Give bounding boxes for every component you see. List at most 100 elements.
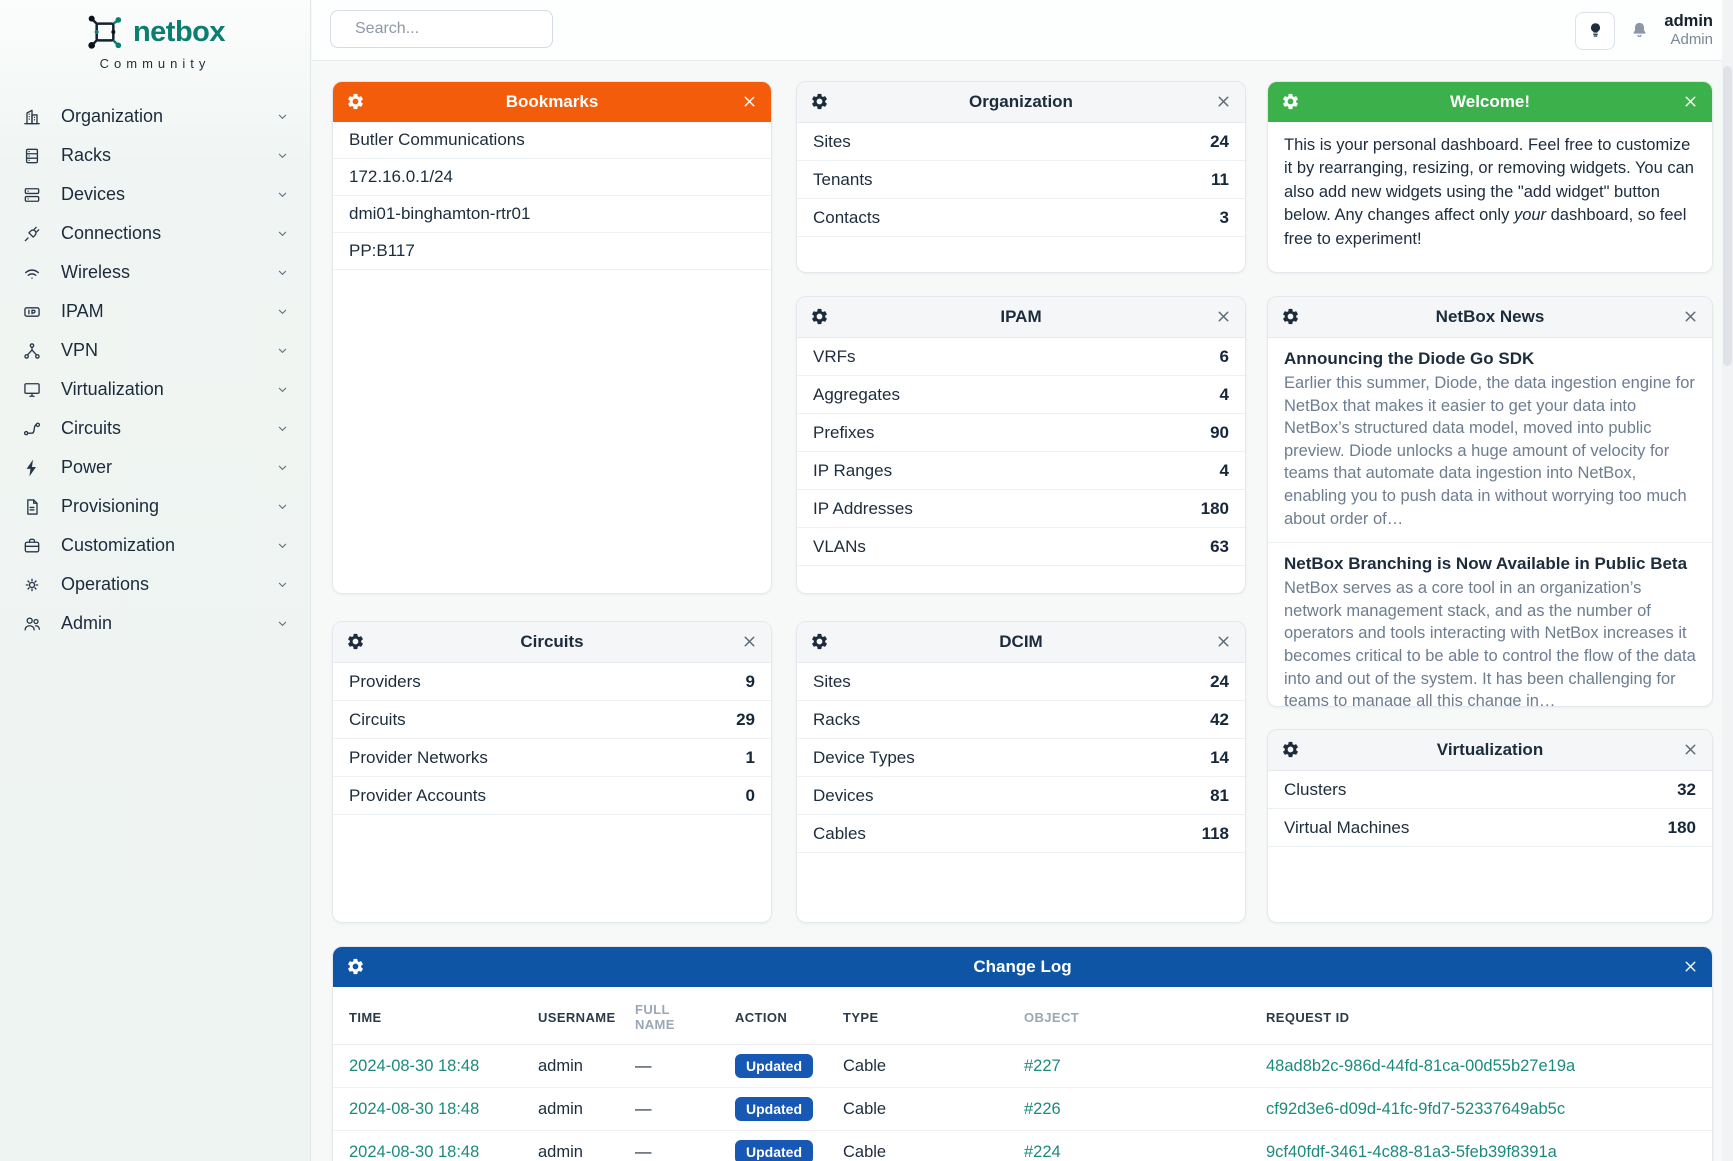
column-header[interactable]: USERNAME [522,987,619,1045]
stat-label[interactable]: Virtual Machines [1284,818,1409,838]
sidebar-item-admin[interactable]: Admin [0,604,310,643]
stat-label[interactable]: Provider Accounts [349,786,486,806]
stat-label[interactable]: Tenants [813,170,873,190]
request-id-link[interactable]: 9cf40fdf-3461-4c88-81a3-5feb39f8391a [1266,1143,1557,1161]
object-link[interactable]: #224 [1024,1143,1061,1161]
sidebar-item-devices[interactable]: Devices [0,175,310,214]
bookmark-link[interactable]: Butler Communications [333,122,771,159]
sidebar-item-racks[interactable]: Racks [0,136,310,175]
close-icon[interactable] [741,93,758,110]
gear-icon[interactable] [346,632,365,651]
chevron-down-icon [275,109,290,124]
gear-icon[interactable] [1281,307,1300,326]
stat-label[interactable]: VRFs [813,347,856,367]
close-icon[interactable] [1215,633,1232,650]
widget-title: IPAM [1000,307,1041,327]
scrollbar-track[interactable] [1722,0,1733,1161]
stat-row: Racks42 [797,701,1245,739]
close-icon[interactable] [741,633,758,650]
stat-label[interactable]: Devices [813,786,873,806]
gear-icon[interactable] [1281,740,1300,759]
stat-label[interactable]: VLANs [813,537,866,557]
stat-label[interactable]: Provider Networks [349,748,488,768]
column-header[interactable]: FULL NAME [619,987,719,1045]
netbox-dashboard: netbox Community OrganizationRacksDevice… [0,0,1733,1161]
close-icon[interactable] [1215,308,1232,325]
gear-icon[interactable] [346,92,365,111]
brand[interactable]: netbox Community [0,0,310,71]
gear-icon[interactable] [346,957,365,976]
close-icon[interactable] [1215,93,1232,110]
request-id-link[interactable]: 48ad8b2c-986d-44fd-81ca-00d55b27e19a [1266,1057,1575,1075]
object-link[interactable]: #226 [1024,1100,1061,1118]
stat-label[interactable]: Racks [813,710,860,730]
stat-label[interactable]: Device Types [813,748,915,768]
stat-label[interactable]: Cables [813,824,866,844]
sidebar-item-ipam[interactable]: IPAM [0,292,310,331]
stat-label[interactable]: IP Ranges [813,461,892,481]
wifi-icon [22,263,42,283]
stat-label[interactable]: Contacts [813,208,880,228]
action-badge[interactable]: Updated [735,1140,813,1161]
column-header[interactable]: OBJECT [1008,987,1250,1045]
sidebar-item-provisioning[interactable]: Provisioning [0,487,310,526]
column-header[interactable]: TIME [333,987,522,1045]
sidebar-item-label: Virtualization [61,379,275,400]
building-icon [22,107,42,127]
stat-value: 6 [1220,347,1229,367]
request-id-link[interactable]: cf92d3e6-d09d-41fc-9fd7-52337649ab5c [1266,1100,1565,1118]
theme-toggle-button[interactable] [1575,12,1615,50]
sidebar-item-customization[interactable]: Customization [0,526,310,565]
stat-label[interactable]: Sites [813,672,851,692]
time-link[interactable]: 2024-08-30 18:48 [349,1143,479,1161]
search-input[interactable] [353,19,564,39]
sidebar-item-circuits[interactable]: Circuits [0,409,310,448]
column-header[interactable]: REQUEST ID [1250,987,1712,1045]
search-box[interactable] [330,10,553,48]
sidebar-item-connections[interactable]: Connections [0,214,310,253]
sidebar-item-power[interactable]: Power [0,448,310,487]
stat-label[interactable]: Clusters [1284,780,1346,800]
sidebar-item-vpn[interactable]: VPN [0,331,310,370]
stat-label[interactable]: Prefixes [813,423,874,443]
close-icon[interactable] [1682,308,1699,325]
gear-icon[interactable] [810,307,829,326]
stat-row: Device Types 14 [797,739,1245,777]
stat-label[interactable]: Providers [349,672,421,692]
gear-icon[interactable] [810,92,829,111]
notifications-bell-icon[interactable] [1629,20,1650,41]
stat-value: 14 [1210,748,1229,768]
column-header[interactable]: ACTION [719,987,827,1045]
sidebar-item-wireless[interactable]: Wireless [0,253,310,292]
column-header[interactable]: TYPE [827,987,1008,1045]
object-link[interactable]: #227 [1024,1057,1061,1075]
stat-label[interactable]: IP Addresses [813,499,913,519]
stat-row: Circuits29 [333,701,771,739]
action-badge[interactable]: Updated [735,1054,813,1078]
stat-value: 9 [746,672,755,692]
bookmark-link[interactable]: 172.16.0.1/24 [333,159,771,196]
chevron-down-icon [275,499,290,514]
sidebar-item-operations[interactable]: Operations [0,565,310,604]
sidebar-item-virtualization[interactable]: Virtualization [0,370,310,409]
user-menu[interactable]: admin Admin [1664,12,1713,48]
sidebar-item-organization[interactable]: Organization [0,97,310,136]
gear-icon[interactable] [810,632,829,651]
bookmark-link[interactable]: PP:B117 [333,233,771,270]
news-item-title[interactable]: NetBox Branching is Now Available in Pub… [1284,554,1696,574]
close-icon[interactable] [1682,93,1699,110]
stat-label[interactable]: Aggregates [813,385,900,405]
bookmark-link[interactable]: dmi01-binghamton-rtr01 [333,196,771,233]
stat-label[interactable]: Sites [813,132,851,152]
close-icon[interactable] [1682,741,1699,758]
close-icon[interactable] [1682,958,1699,975]
scrollbar-thumb[interactable] [1723,66,1732,366]
time-link[interactable]: 2024-08-30 18:48 [349,1100,479,1118]
news-item-title[interactable]: Announcing the Diode Go SDK [1284,349,1696,369]
stat-row: VRFs 6 [797,338,1245,376]
stat-label[interactable]: Circuits [349,710,406,730]
gear-icon[interactable] [1281,92,1300,111]
action-badge[interactable]: Updated [735,1097,813,1121]
time-link[interactable]: 2024-08-30 18:48 [349,1057,479,1075]
widget-title: Welcome! [1450,92,1530,112]
